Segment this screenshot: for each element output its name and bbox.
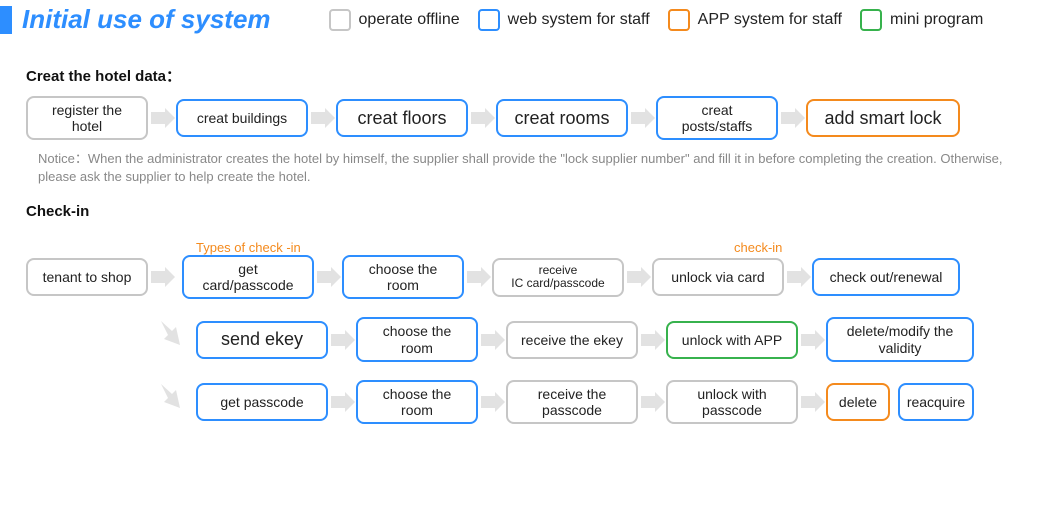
- checkin-heading: Check-in: [26, 203, 1060, 220]
- legend-offline-label: operate offline: [359, 11, 460, 29]
- swatch-blue-icon: [478, 9, 500, 31]
- legend-mini-label: mini program: [890, 11, 983, 29]
- step-unlock-app: unlock with APP: [666, 321, 798, 359]
- checkin-row-1: tenant to shop get card/passcode choose …: [0, 255, 1060, 299]
- arrow-diag-icon: [158, 321, 188, 354]
- arrow-right-icon: [478, 330, 506, 350]
- step-receive-ic: receive IC card/passcode: [492, 258, 624, 298]
- step-register: register the hotel: [26, 96, 148, 140]
- step-get-card: get card/passcode: [182, 255, 314, 299]
- legend-app-label: APP system for staff: [698, 11, 842, 29]
- arrow-right-icon: [464, 267, 492, 287]
- step-choose-room-3: choose the room: [356, 380, 478, 424]
- step-send-ekey: send ekey: [196, 321, 328, 359]
- arrow-diag-icon: [158, 384, 188, 417]
- create-data-heading: Creat the hotel data：: [26, 65, 1060, 86]
- legend-app: APP system for staff: [668, 9, 842, 31]
- step-add-lock: add smart lock: [806, 99, 960, 137]
- arrow-right-icon: [148, 108, 176, 128]
- arrow-right-icon: [148, 267, 176, 287]
- arrow-right-icon: [638, 330, 666, 350]
- arrow-right-icon: [308, 108, 336, 128]
- arrow-right-icon: [798, 392, 826, 412]
- title-block: Initial use of system: [0, 4, 271, 35]
- arrow-right-icon: [798, 330, 826, 350]
- checkin-label: check-in: [734, 240, 782, 255]
- legend-offline: operate offline: [329, 9, 460, 31]
- types-of-checkin-label: Types of check -in: [196, 240, 356, 255]
- step-delete: delete: [826, 383, 890, 421]
- step-checkout-renewal: check out/renewal: [812, 258, 960, 296]
- arrow-right-icon: [628, 108, 656, 128]
- step-unlock-passcode: unlock with passcode: [666, 380, 798, 424]
- arrow-right-icon: [624, 267, 652, 287]
- create-data-notice: Notice：When the administrator creates th…: [38, 150, 1034, 185]
- step-rooms: creat rooms: [496, 99, 628, 137]
- arrow-right-icon: [328, 330, 356, 350]
- step-unlock-card: unlock via card: [652, 258, 784, 296]
- step-posts: creat posts/staffs: [656, 96, 778, 140]
- page-title: Initial use of system: [22, 4, 271, 35]
- legend-mini: mini program: [860, 9, 983, 31]
- step-reacquire: reacquire: [898, 383, 974, 421]
- arrow-right-icon: [478, 392, 506, 412]
- step-delete-modify-validity: delete/modify the validity: [826, 317, 974, 361]
- swatch-orange-icon: [668, 9, 690, 31]
- step-receive-ekey: receive the ekey: [506, 321, 638, 359]
- step-receive-passcode: receive the passcode: [506, 380, 638, 424]
- step-tenant-to-shop: tenant to shop: [26, 258, 148, 296]
- step-floors: creat floors: [336, 99, 468, 137]
- arrow-right-icon: [778, 108, 806, 128]
- arrow-right-icon: [638, 392, 666, 412]
- step-choose-room-2: choose the room: [356, 317, 478, 361]
- legend-web: web system for staff: [478, 9, 650, 31]
- title-accent-bar: [0, 6, 12, 34]
- legend-web-label: web system for staff: [508, 11, 650, 29]
- step-choose-room-1: choose the room: [342, 255, 464, 299]
- arrow-right-icon: [468, 108, 496, 128]
- step-get-passcode: get passcode: [196, 383, 328, 421]
- arrow-right-icon: [314, 267, 342, 287]
- checkin-row-2: send ekey choose the room receive the ek…: [0, 317, 1060, 361]
- arrow-right-icon: [328, 392, 356, 412]
- step-buildings: creat buildings: [176, 99, 308, 137]
- swatch-green-icon: [860, 9, 882, 31]
- swatch-gray-icon: [329, 9, 351, 31]
- checkin-row-3: get passcode choose the room receive the…: [0, 380, 1060, 424]
- create-data-row: register the hotel creat buildings creat…: [0, 96, 1060, 140]
- checkin-column-labels: Types of check -in check-in: [0, 240, 1060, 255]
- arrow-right-icon: [784, 267, 812, 287]
- header: Initial use of system operate offline we…: [0, 0, 1060, 39]
